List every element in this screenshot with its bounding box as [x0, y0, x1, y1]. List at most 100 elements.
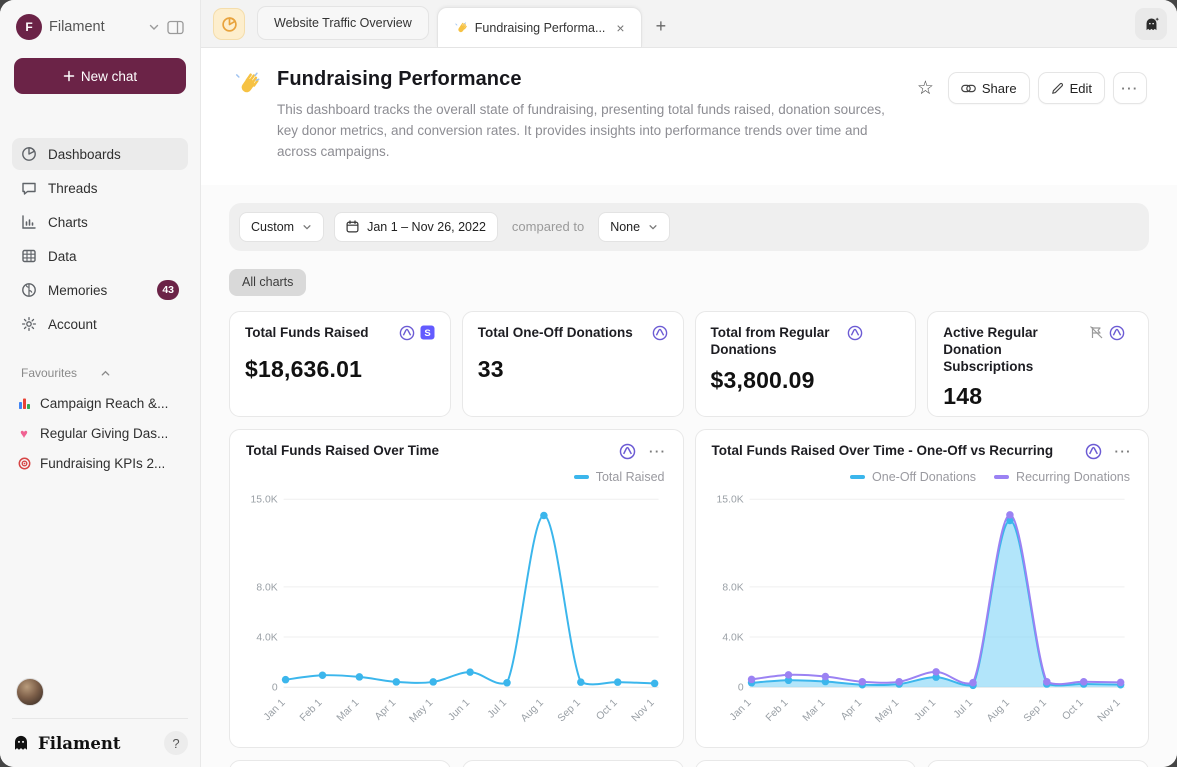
- favourites-header[interactable]: Favourites: [21, 366, 179, 380]
- sidebar-item-label: Threads: [48, 181, 179, 196]
- svg-text:15.0K: 15.0K: [716, 494, 743, 505]
- svg-text:Jul 1: Jul 1: [951, 697, 974, 720]
- dashboards-home-button[interactable]: [213, 8, 245, 40]
- svg-text:Apr 1: Apr 1: [373, 697, 398, 722]
- all-charts-filter-pill[interactable]: All charts: [229, 269, 306, 296]
- chevron-down-icon: [302, 222, 312, 232]
- sidebar-nav: Dashboards Threads Charts Data: [12, 138, 188, 340]
- sidebar-item-label: Data: [48, 249, 179, 264]
- svg-text:8.0K: 8.0K: [256, 582, 277, 593]
- sidebar-item-account[interactable]: Account: [12, 308, 188, 340]
- area-chart-oneoff-vs-recurring[interactable]: 04.0K8.0K15.0KJan 1Feb 1Mar 1Apr 1May 1J…: [712, 488, 1133, 734]
- bar-chart-icon: [21, 214, 38, 230]
- sidebar-footer: Filament ?: [12, 718, 188, 755]
- stat-card-number-tickets-sold[interactable]: Number of Tickets Sold: [695, 760, 917, 767]
- heart-icon: ♥: [16, 426, 32, 441]
- comparison-value: None: [610, 220, 640, 234]
- assistant-ghost-button[interactable]: [1135, 8, 1167, 40]
- svg-text:Nov 1: Nov 1: [630, 697, 657, 724]
- date-range-button[interactable]: Jan 1 – Nov 26, 2022: [334, 212, 498, 242]
- user-avatar[interactable]: [16, 678, 44, 706]
- edit-button[interactable]: Edit: [1038, 72, 1105, 104]
- chat-bubble-icon: [21, 180, 38, 196]
- chart-menu-button[interactable]: ···: [1115, 444, 1133, 459]
- page-header: Fundraising Performance This dashboard t…: [201, 48, 1177, 185]
- colored-bar-chart-icon: [16, 397, 32, 410]
- sidebar-item-threads[interactable]: Threads: [12, 172, 188, 204]
- line-chart-total-raised[interactable]: 04.0K8.0K15.0KJan 1Feb 1Mar 1Apr 1May 1J…: [246, 488, 667, 734]
- stat-card-donation-form-conversion[interactable]: Donation Form Conversion: [462, 760, 684, 767]
- stat-value: $3,800.09: [711, 367, 901, 394]
- tab-website-traffic-overview[interactable]: Website Traffic Overview: [257, 6, 429, 40]
- sidebar-item-fundraising-kpis[interactable]: Fundraising KPIs 2...: [12, 448, 188, 478]
- svg-text:Jan 1: Jan 1: [262, 697, 288, 723]
- workspace-switcher[interactable]: F Filament: [12, 14, 188, 40]
- svg-text:Jun 1: Jun 1: [446, 697, 472, 723]
- ellipsis-icon: ···: [1115, 444, 1133, 459]
- legend-label: Recurring Donations: [1016, 470, 1130, 484]
- ghost-sparkle-icon: [1143, 16, 1160, 33]
- stat-card-row: Total Funds Raised S $18,636.01: [229, 311, 1149, 417]
- favourite-star-button[interactable]: ☆: [911, 75, 940, 102]
- header-actions: ☆ Share Edit ···: [911, 68, 1147, 104]
- sidebar-panel-icon: [167, 20, 184, 35]
- sidebar-item-campaign-reach[interactable]: Campaign Reach &...: [12, 388, 188, 418]
- stat-value: 148: [943, 383, 1133, 410]
- sidebar-item-data[interactable]: Data: [12, 240, 188, 272]
- sidebar-item-dashboards[interactable]: Dashboards: [12, 138, 188, 170]
- svg-text:Feb 1: Feb 1: [298, 697, 325, 724]
- chart-title: Total Funds Raised Over Time: [246, 443, 613, 460]
- sidebar-item-regular-giving[interactable]: ♥ Regular Giving Das...: [12, 418, 188, 448]
- collapse-sidebar-button[interactable]: [167, 20, 184, 35]
- new-chat-button[interactable]: New chat: [14, 58, 186, 94]
- chart-row: Total Funds Raised Over Time ··· Total R…: [229, 429, 1149, 748]
- gear-icon: [21, 316, 38, 332]
- edit-label: Edit: [1070, 81, 1092, 96]
- legend-swatch: [994, 475, 1009, 479]
- legend-label: Total Raised: [596, 470, 665, 484]
- svg-text:May 1: May 1: [873, 697, 901, 725]
- stat-card-avg-donation-size[interactable]: Avg Donation Size (All: [927, 760, 1149, 767]
- svg-text:0: 0: [272, 682, 278, 693]
- sidebar-item-label: Charts: [48, 215, 179, 230]
- tab-label: Website Traffic Overview: [274, 16, 412, 30]
- flag-slash-icon: [1089, 325, 1104, 340]
- sidebar-item-charts[interactable]: Charts: [12, 206, 188, 238]
- svg-text:8.0K: 8.0K: [722, 582, 743, 593]
- share-button[interactable]: Share: [948, 72, 1030, 104]
- stat-title: Total Funds Raised: [245, 325, 393, 342]
- tab-label: Fundraising Performa...: [475, 21, 606, 35]
- stat-card-total-ticket-sales[interactable]: Total from Ticket Sales: [229, 760, 451, 767]
- comparison-select[interactable]: None: [598, 212, 670, 242]
- stat-card-total-one-off-donations[interactable]: Total One-Off Donations 33: [462, 311, 684, 417]
- new-tab-button[interactable]: +: [650, 16, 673, 37]
- wave-hand-icon: [454, 21, 468, 35]
- chevron-up-icon: [100, 368, 179, 379]
- stat-card-active-regular-subscriptions[interactable]: Active Regular Donation Subscriptions 14…: [927, 311, 1149, 417]
- sidebar-item-label: Memories: [48, 283, 147, 298]
- chart-menu-button[interactable]: ···: [649, 444, 667, 459]
- favourite-label: Campaign Reach &...: [40, 396, 168, 411]
- svg-text:Jun 1: Jun 1: [912, 697, 938, 723]
- range-type-select[interactable]: Custom: [239, 212, 324, 242]
- svg-text:Oct 1: Oct 1: [595, 697, 620, 722]
- stat-value: 33: [478, 356, 668, 383]
- ellipsis-icon: ···: [649, 444, 667, 459]
- svg-text:Jan 1: Jan 1: [727, 697, 753, 723]
- target-icon: [16, 457, 32, 470]
- stat-card-total-funds-raised[interactable]: Total Funds Raised S $18,636.01: [229, 311, 451, 417]
- filter-bar: Custom Jan 1 – Nov 26, 2022 compared to …: [229, 203, 1149, 251]
- help-button[interactable]: ?: [164, 731, 188, 755]
- close-tab-icon[interactable]: ×: [616, 20, 624, 36]
- svg-text:Oct 1: Oct 1: [1060, 697, 1085, 722]
- more-options-button[interactable]: ···: [1113, 72, 1147, 104]
- clap-icon: [233, 68, 263, 98]
- pie-chart-icon: [221, 16, 238, 33]
- sidebar-item-memories[interactable]: Memories 43: [12, 274, 188, 306]
- favourites-label: Favourites: [21, 366, 100, 380]
- tab-fundraising-performance[interactable]: Fundraising Performa... ×: [437, 7, 642, 47]
- svg-text:4.0K: 4.0K: [722, 632, 743, 643]
- stat-title: Active Regular Donation Subscriptions: [943, 325, 1083, 376]
- svg-text:Mar 1: Mar 1: [335, 697, 362, 724]
- stat-card-total-regular-donations[interactable]: Total from Regular Donations $3,800.09: [695, 311, 917, 417]
